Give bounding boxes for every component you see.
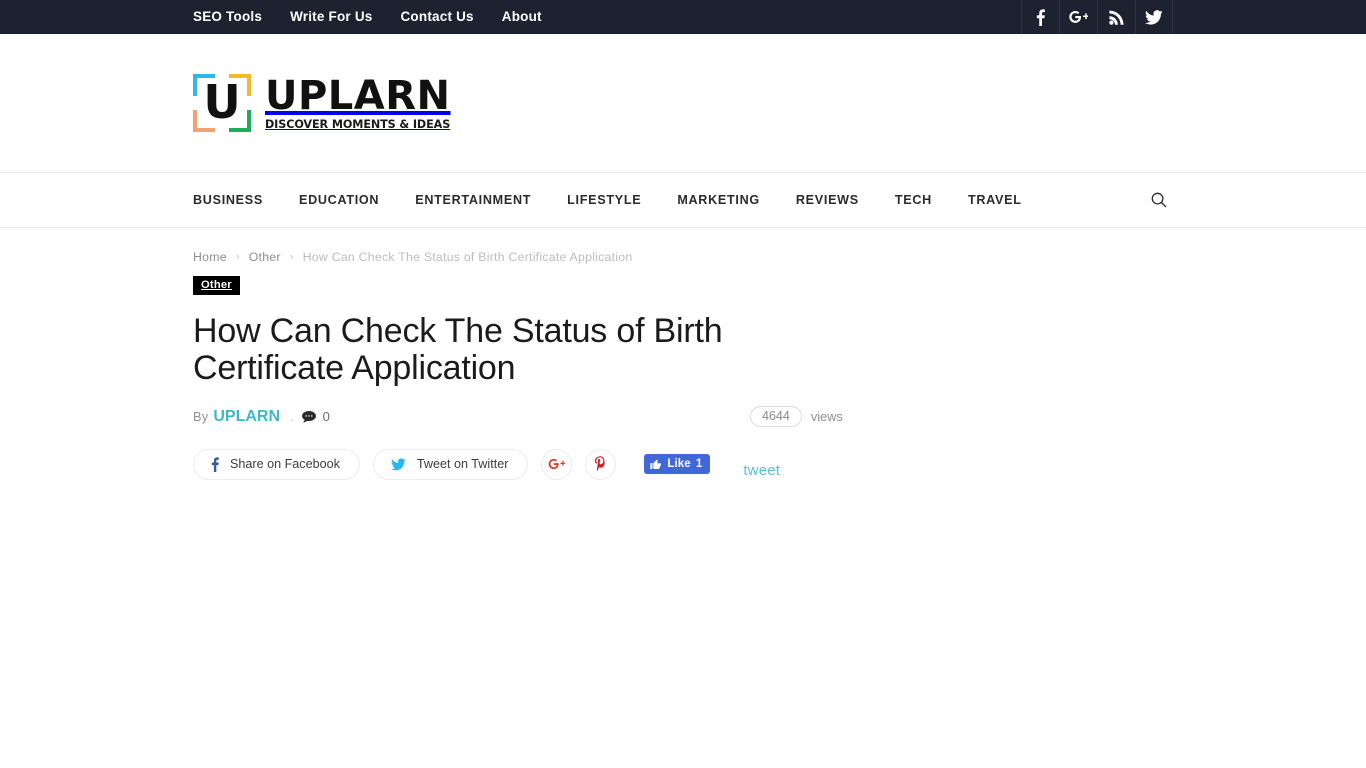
share-pinterest-button[interactable] — [585, 448, 617, 480]
google-plus-icon — [1069, 10, 1088, 23]
logo-wordmark: UPLARN — [265, 73, 451, 119]
search-button[interactable] — [1145, 186, 1173, 214]
share-twitter-label: Tweet on Twitter — [416, 457, 509, 472]
meta-separator-dot: . — [290, 409, 294, 425]
search-icon — [1151, 192, 1167, 208]
topbar-link-contact-us[interactable]: Contact Us — [400, 0, 473, 34]
facebook-icon-link[interactable] — [1021, 0, 1059, 34]
post-meta-row: By UPLARN . 0 4644 views — [193, 406, 1173, 428]
topbar-link-about[interactable]: About — [502, 0, 542, 34]
top-utility-bar: SEO Tools Write For Us Contact Us About — [0, 0, 1366, 34]
logo-mark-icon: U — [193, 74, 251, 132]
comment-count-group[interactable]: 0 — [301, 409, 330, 425]
rss-icon-link[interactable] — [1097, 0, 1135, 34]
byline-prefix: By — [193, 409, 209, 425]
breadcrumb-separator: › — [289, 251, 294, 263]
site-logo[interactable]: U UPLARN DISCOVER MOMENTS & IDEAS — [193, 74, 451, 132]
nav-item-travel[interactable]: TRAVEL — [968, 193, 1022, 207]
logo-text-group: UPLARN DISCOVER MOMENTS & IDEAS — [265, 75, 451, 131]
facebook-icon — [211, 457, 219, 472]
breadcrumb-current: How Can Check The Status of Birth Certif… — [302, 250, 633, 264]
facebook-like-count: 1 — [695, 458, 703, 471]
nav-items-group: BUSINESS EDUCATION ENTERTAINMENT LIFESTY… — [193, 193, 1022, 207]
twitter-icon — [1145, 9, 1163, 25]
article-header-section: Home › Other › How Can Check The Status … — [0, 228, 1366, 480]
google-plus-icon — [549, 459, 566, 470]
nav-item-business[interactable]: BUSINESS — [193, 193, 263, 207]
breadcrumb-home[interactable]: Home — [193, 250, 227, 264]
share-facebook-label: Share on Facebook — [230, 457, 340, 472]
facebook-like-label: Like — [667, 458, 691, 471]
thumbs-up-icon — [650, 459, 662, 470]
nav-item-education[interactable]: EDUCATION — [299, 193, 379, 207]
twitter-icon-link[interactable] — [1135, 0, 1173, 34]
facebook-icon — [1036, 8, 1045, 26]
nav-item-lifestyle[interactable]: LIFESTYLE — [567, 193, 641, 207]
logo-tagline: DISCOVER MOMENTS & IDEAS — [265, 118, 451, 131]
share-google-plus-button[interactable] — [541, 448, 573, 480]
share-buttons-row: Share on Facebook Tweet on Twitter Like — [193, 448, 1173, 480]
social-links-group — [1021, 0, 1173, 34]
page-title: How Can Check The Status of Birth Certif… — [193, 312, 723, 388]
breadcrumb-category[interactable]: Other — [249, 250, 281, 264]
breadcrumb-separator: › — [235, 251, 240, 263]
views-label: views — [810, 409, 843, 425]
twitter-icon — [390, 458, 406, 471]
pinterest-icon — [595, 456, 605, 472]
logo-letter: U — [203, 75, 241, 129]
category-badge[interactable]: Other — [193, 276, 240, 295]
facebook-like-button[interactable]: Like 1 — [644, 454, 711, 475]
tweet-link[interactable]: tweet — [743, 462, 780, 479]
google-plus-icon-link[interactable] — [1059, 0, 1097, 34]
comment-count-value: 0 — [322, 409, 330, 425]
breadcrumb: Home › Other › How Can Check The Status … — [193, 228, 1173, 264]
rss-icon — [1109, 10, 1124, 25]
topbar-link-seo-tools[interactable]: SEO Tools — [193, 0, 262, 34]
site-header: U UPLARN DISCOVER MOMENTS & IDEAS — [0, 34, 1366, 172]
nav-item-entertainment[interactable]: ENTERTAINMENT — [415, 193, 531, 207]
share-twitter-button[interactable]: Tweet on Twitter — [372, 448, 529, 480]
top-links-group: SEO Tools Write For Us Contact Us About — [193, 0, 542, 34]
views-count: 4644 — [750, 406, 802, 428]
share-facebook-button[interactable]: Share on Facebook — [193, 448, 360, 480]
comment-icon — [301, 410, 316, 423]
nav-item-tech[interactable]: TECH — [895, 193, 932, 207]
views-group: 4644 views — [750, 406, 843, 428]
nav-item-marketing[interactable]: MARKETING — [677, 193, 760, 207]
main-navigation: BUSINESS EDUCATION ENTERTAINMENT LIFESTY… — [0, 172, 1366, 228]
topbar-link-write-for-us[interactable]: Write For Us — [290, 0, 372, 34]
nav-item-reviews[interactable]: REVIEWS — [796, 193, 859, 207]
byline-author-link[interactable]: UPLARN — [213, 408, 280, 426]
